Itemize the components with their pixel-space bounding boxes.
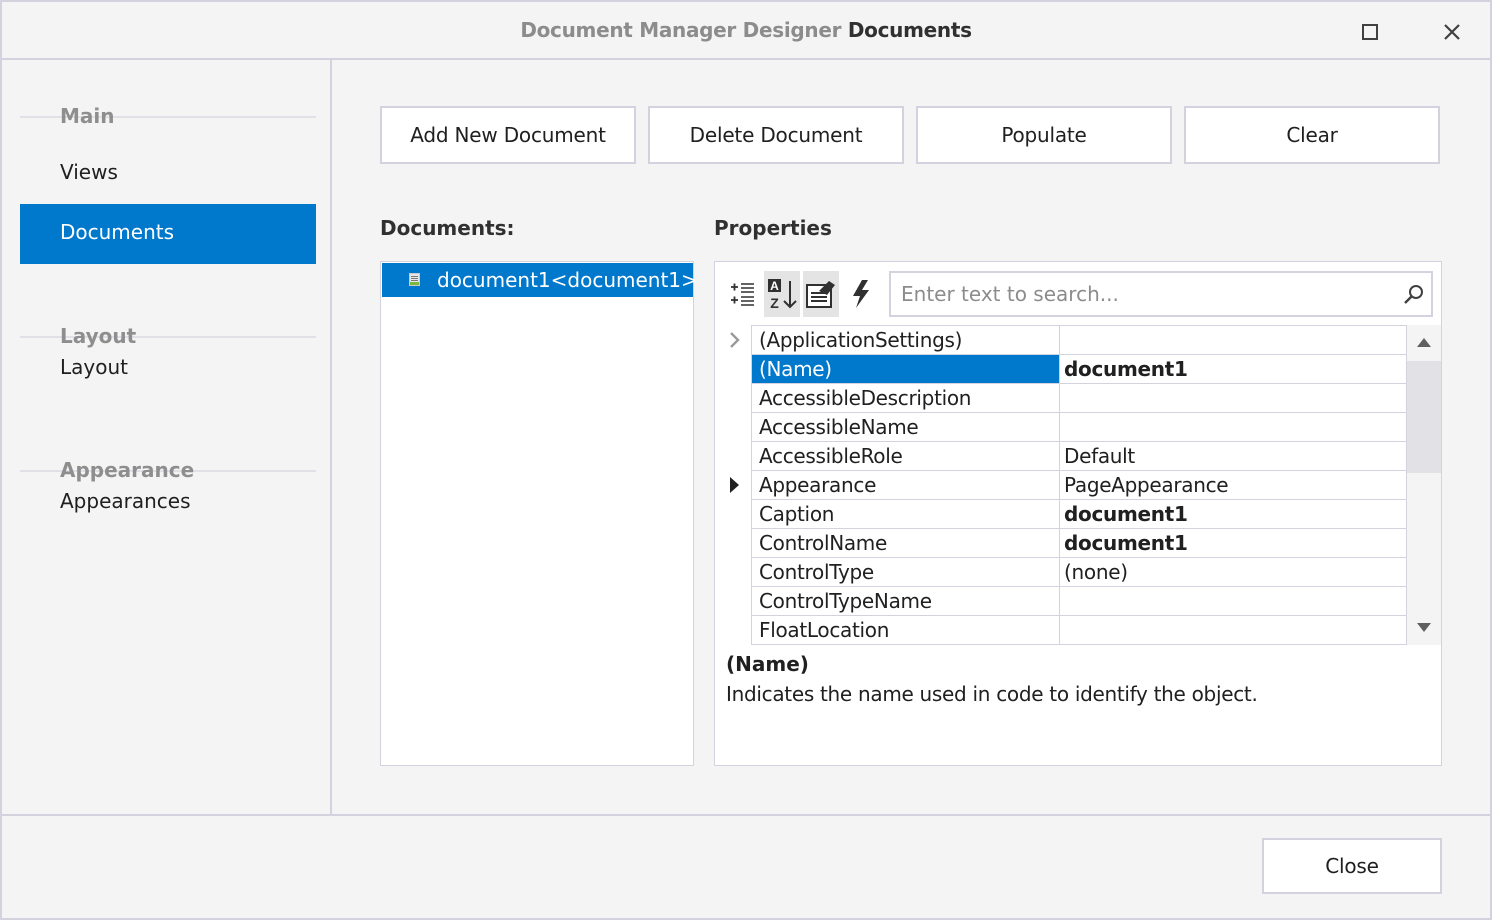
- property-value[interactable]: document1: [1060, 500, 1407, 528]
- property-name[interactable]: Appearance: [752, 471, 1060, 499]
- sidebar-item-label: Layout: [60, 355, 128, 379]
- property-value[interactable]: PageAppearance: [1060, 471, 1407, 499]
- property-value[interactable]: (none): [1060, 558, 1407, 586]
- property-row[interactable]: Appearance PageAppearance: [730, 471, 1407, 500]
- property-name[interactable]: ControlName: [752, 529, 1060, 557]
- property-row[interactable]: Caption document1: [752, 500, 1407, 529]
- scrollbar-thumb[interactable]: [1407, 361, 1441, 473]
- properties-icon: [806, 281, 835, 308]
- property-value[interactable]: [1060, 587, 1407, 615]
- sidebar-item-appearances[interactable]: Appearances: [20, 473, 316, 533]
- close-button[interactable]: Close: [1262, 838, 1442, 894]
- document-icon: [409, 273, 420, 286]
- property-value[interactable]: document1: [1060, 355, 1407, 383]
- expand-arrow-icon[interactable]: [722, 471, 746, 499]
- property-grid-rows: (ApplicationSettings) (Name) document1 Acce…: [730, 325, 1407, 645]
- property-name[interactable]: AccessibleDescription: [752, 384, 1060, 412]
- property-row[interactable]: (ApplicationSettings): [730, 326, 1407, 355]
- property-search-box[interactable]: [889, 271, 1433, 317]
- delete-document-button[interactable]: Delete Document: [648, 106, 904, 164]
- property-name[interactable]: FloatLocation: [752, 616, 1060, 644]
- document-manager-designer-window: Document Manager Designer Documents Main…: [0, 0, 1492, 920]
- maximize-button[interactable]: [1354, 16, 1386, 48]
- property-row[interactable]: ControlType (none): [752, 558, 1407, 587]
- property-value[interactable]: Default: [1060, 442, 1407, 470]
- documents-label: Documents:: [380, 216, 515, 240]
- property-name[interactable]: ControlType: [752, 558, 1060, 586]
- property-grid: A Z (ApplicationSettings)(Name)document1…: [714, 261, 1442, 766]
- properties-label: Properties: [714, 216, 832, 240]
- close-icon: [1444, 24, 1460, 40]
- property-value[interactable]: [1060, 413, 1407, 441]
- events-button[interactable]: [843, 271, 879, 317]
- property-name[interactable]: (Name): [752, 355, 1060, 383]
- lightning-icon: [853, 280, 869, 308]
- property-row[interactable]: ControlName document1: [752, 529, 1407, 558]
- sort-alphabetical-button[interactable]: A Z: [764, 271, 800, 317]
- svg-text:A: A: [770, 279, 779, 293]
- description-title: (Name): [726, 652, 809, 676]
- add-new-document-button[interactable]: Add New Document: [380, 106, 636, 164]
- property-name[interactable]: (ApplicationSettings): [752, 326, 1060, 354]
- window-title-section: Documents: [847, 18, 972, 42]
- expand-arrow-icon[interactable]: [722, 326, 746, 354]
- property-row[interactable]: AccessibleRole Default: [752, 442, 1407, 471]
- sidebar-item-documents[interactable]: Documents: [20, 204, 316, 264]
- property-row[interactable]: (Name) document1: [752, 355, 1407, 384]
- property-row[interactable]: AccessibleDescription: [752, 384, 1407, 413]
- list-item[interactable]: document1<document1>: [382, 263, 698, 297]
- categorized-icon: [731, 283, 754, 306]
- close-window-button[interactable]: [1436, 16, 1468, 48]
- svg-text:Z: Z: [770, 295, 779, 311]
- sidebar-group-appearance: Appearance: [20, 414, 316, 482]
- sidebar-item-layout[interactable]: Layout: [20, 339, 316, 399]
- property-row[interactable]: ControlTypeName: [752, 587, 1407, 616]
- sidebar-item-label: Appearances: [60, 489, 191, 513]
- property-value[interactable]: document1: [1060, 529, 1407, 557]
- title-bar: Document Manager Designer Documents: [2, 2, 1490, 60]
- window-title: Document Manager Designer Documents: [2, 18, 1490, 42]
- property-value[interactable]: [1060, 384, 1407, 412]
- sidebar-group-layout: Layout: [20, 280, 316, 348]
- clear-button[interactable]: Clear: [1184, 106, 1440, 164]
- property-row[interactable]: FloatLocation: [752, 616, 1407, 645]
- maximize-icon: [1362, 24, 1378, 40]
- property-name[interactable]: AccessibleName: [752, 413, 1060, 441]
- search-icon[interactable]: [1403, 283, 1425, 309]
- property-name[interactable]: Caption: [752, 500, 1060, 528]
- window-title-prefix: Document Manager Designer: [520, 18, 842, 42]
- sidebar-item-label: Views: [60, 160, 118, 184]
- properties-view-button[interactable]: [803, 271, 839, 317]
- scroll-up-arrow-icon[interactable]: [1415, 335, 1433, 349]
- property-name[interactable]: ControlTypeName: [752, 587, 1060, 615]
- documents-list[interactable]: document1<document1>: [380, 261, 698, 766]
- sort-alphabetical-icon: A Z: [768, 279, 797, 311]
- sidebar-item-views[interactable]: Views: [20, 144, 316, 204]
- description-text: Indicates the name used in code to ident…: [726, 682, 1258, 706]
- property-grid-scrollbar[interactable]: [1407, 325, 1441, 645]
- property-value[interactable]: [1060, 326, 1407, 354]
- document-item-label: document1<document1>: [437, 268, 698, 292]
- populate-button[interactable]: Populate: [916, 106, 1172, 164]
- sidebar: Main Views Documents Layout Layout Appea…: [2, 60, 332, 814]
- property-value[interactable]: [1060, 616, 1407, 644]
- sidebar-group-main: Main: [20, 60, 316, 128]
- sidebar-group-label: Main: [60, 104, 115, 128]
- property-name[interactable]: AccessibleRole: [752, 442, 1060, 470]
- property-search-input[interactable]: [901, 281, 1391, 307]
- sidebar-item-label: Documents: [60, 220, 175, 244]
- scroll-down-arrow-icon[interactable]: [1415, 621, 1433, 635]
- property-row[interactable]: AccessibleName: [752, 413, 1407, 442]
- categorized-button[interactable]: [725, 271, 761, 317]
